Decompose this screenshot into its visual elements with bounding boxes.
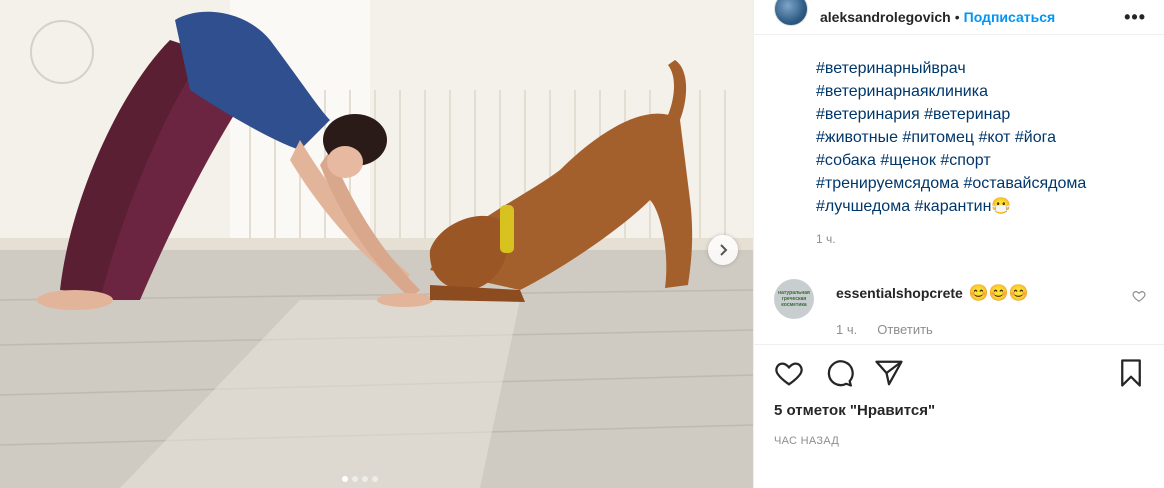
- post-actions: [774, 358, 1146, 390]
- hashtag-link[interactable]: #лучшедома: [816, 198, 910, 215]
- post-time-ago: ЧАС НАЗАД: [774, 435, 840, 447]
- caption-timestamp: 1 ч.: [816, 232, 836, 246]
- hashtag-link[interactable]: #собака: [816, 152, 876, 169]
- like-comment-icon[interactable]: [1132, 289, 1146, 303]
- hashtag-link[interactable]: #йога: [1015, 129, 1056, 146]
- comment-bubble-icon[interactable]: [824, 358, 854, 388]
- like-heart-icon[interactable]: [774, 358, 804, 388]
- separator-dot: •: [954, 9, 960, 25]
- hashtag-line: #тренируемсядома #оставайсядома: [816, 172, 1146, 195]
- comment-meta: 1 ч. Ответить: [836, 322, 933, 337]
- watermark-stamp: [30, 20, 94, 84]
- hashtag-link[interactable]: #ветеринар: [924, 106, 1010, 123]
- hashtag-link[interactable]: #щенок: [880, 152, 936, 169]
- commenter-username[interactable]: essentialshopcrete: [836, 285, 963, 301]
- hashtag-list: #ветеринарныйврач #ветеринарнаяклиника #ве…: [816, 57, 1146, 218]
- hashtag-line: #лучшедома #карантин😷: [816, 195, 1146, 218]
- comment-body: essentialshopcrete 😊😊😊: [836, 283, 1029, 303]
- hashtag-line: #ветеринарныйврач: [816, 57, 1146, 80]
- hashtag-link[interactable]: #питомец: [902, 129, 974, 146]
- hashtag-line: #животные #питомец #кот #йога: [816, 126, 1146, 149]
- comment-timestamp: 1 ч.: [836, 322, 858, 337]
- commenter-avatar[interactable]: натуральная греческая косметика: [774, 279, 814, 319]
- post-photo[interactable]: [0, 0, 753, 488]
- carousel-dot-active: [342, 476, 348, 482]
- share-plane-icon[interactable]: [874, 358, 904, 388]
- chevron-right-icon: [720, 244, 728, 256]
- post-header: aleksandrolegovich • Подписаться •••: [754, 0, 1164, 35]
- carousel-dot: [352, 476, 358, 482]
- yoga-dog-photo: [0, 0, 753, 488]
- hashtag-link[interactable]: #оставайсядома: [963, 175, 1086, 192]
- next-slide-button[interactable]: [708, 235, 738, 265]
- reply-button[interactable]: Ответить: [877, 322, 933, 337]
- hashtag-line: #ветеринария #ветеринар: [816, 103, 1146, 126]
- hashtag-link[interactable]: #карантин😷: [915, 198, 1012, 215]
- more-options-icon[interactable]: •••: [1124, 7, 1146, 28]
- hashtag-link[interactable]: #ветеринарныйврач: [816, 60, 966, 77]
- hashtag-link[interactable]: #ветеринария: [816, 106, 920, 123]
- hashtag-line: #ветеринарнаяклиника: [816, 80, 1146, 103]
- actions-divider: [754, 344, 1164, 345]
- author-username[interactable]: aleksandrolegovich: [820, 9, 951, 25]
- author-avatar[interactable]: [774, 0, 808, 26]
- post-sidebar: aleksandrolegovich • Подписаться ••• #ве…: [753, 0, 1164, 488]
- carousel-dot: [372, 476, 378, 482]
- hashtag-link[interactable]: #животные: [816, 129, 898, 146]
- hashtag-link[interactable]: #спорт: [940, 152, 990, 169]
- instagram-post: aleksandrolegovich • Подписаться ••• #ве…: [0, 0, 1164, 488]
- hashtag-line: #собака #щенок #спорт: [816, 149, 1146, 172]
- carousel-indicator: [342, 476, 378, 482]
- comment-text: 😊😊😊: [968, 285, 1029, 302]
- follow-button[interactable]: Подписаться: [964, 9, 1056, 25]
- likes-count[interactable]: 5 отметок "Нравится": [774, 402, 935, 419]
- carousel-dot: [362, 476, 368, 482]
- bookmark-icon[interactable]: [1116, 358, 1146, 388]
- hashtag-link[interactable]: #кот: [978, 129, 1010, 146]
- hashtag-link[interactable]: #тренируемсядома: [816, 175, 959, 192]
- hashtag-link[interactable]: #ветеринарнаяклиника: [816, 83, 988, 100]
- post-caption: #ветеринарныйврач #ветеринарнаяклиника #ве…: [816, 57, 1146, 246]
